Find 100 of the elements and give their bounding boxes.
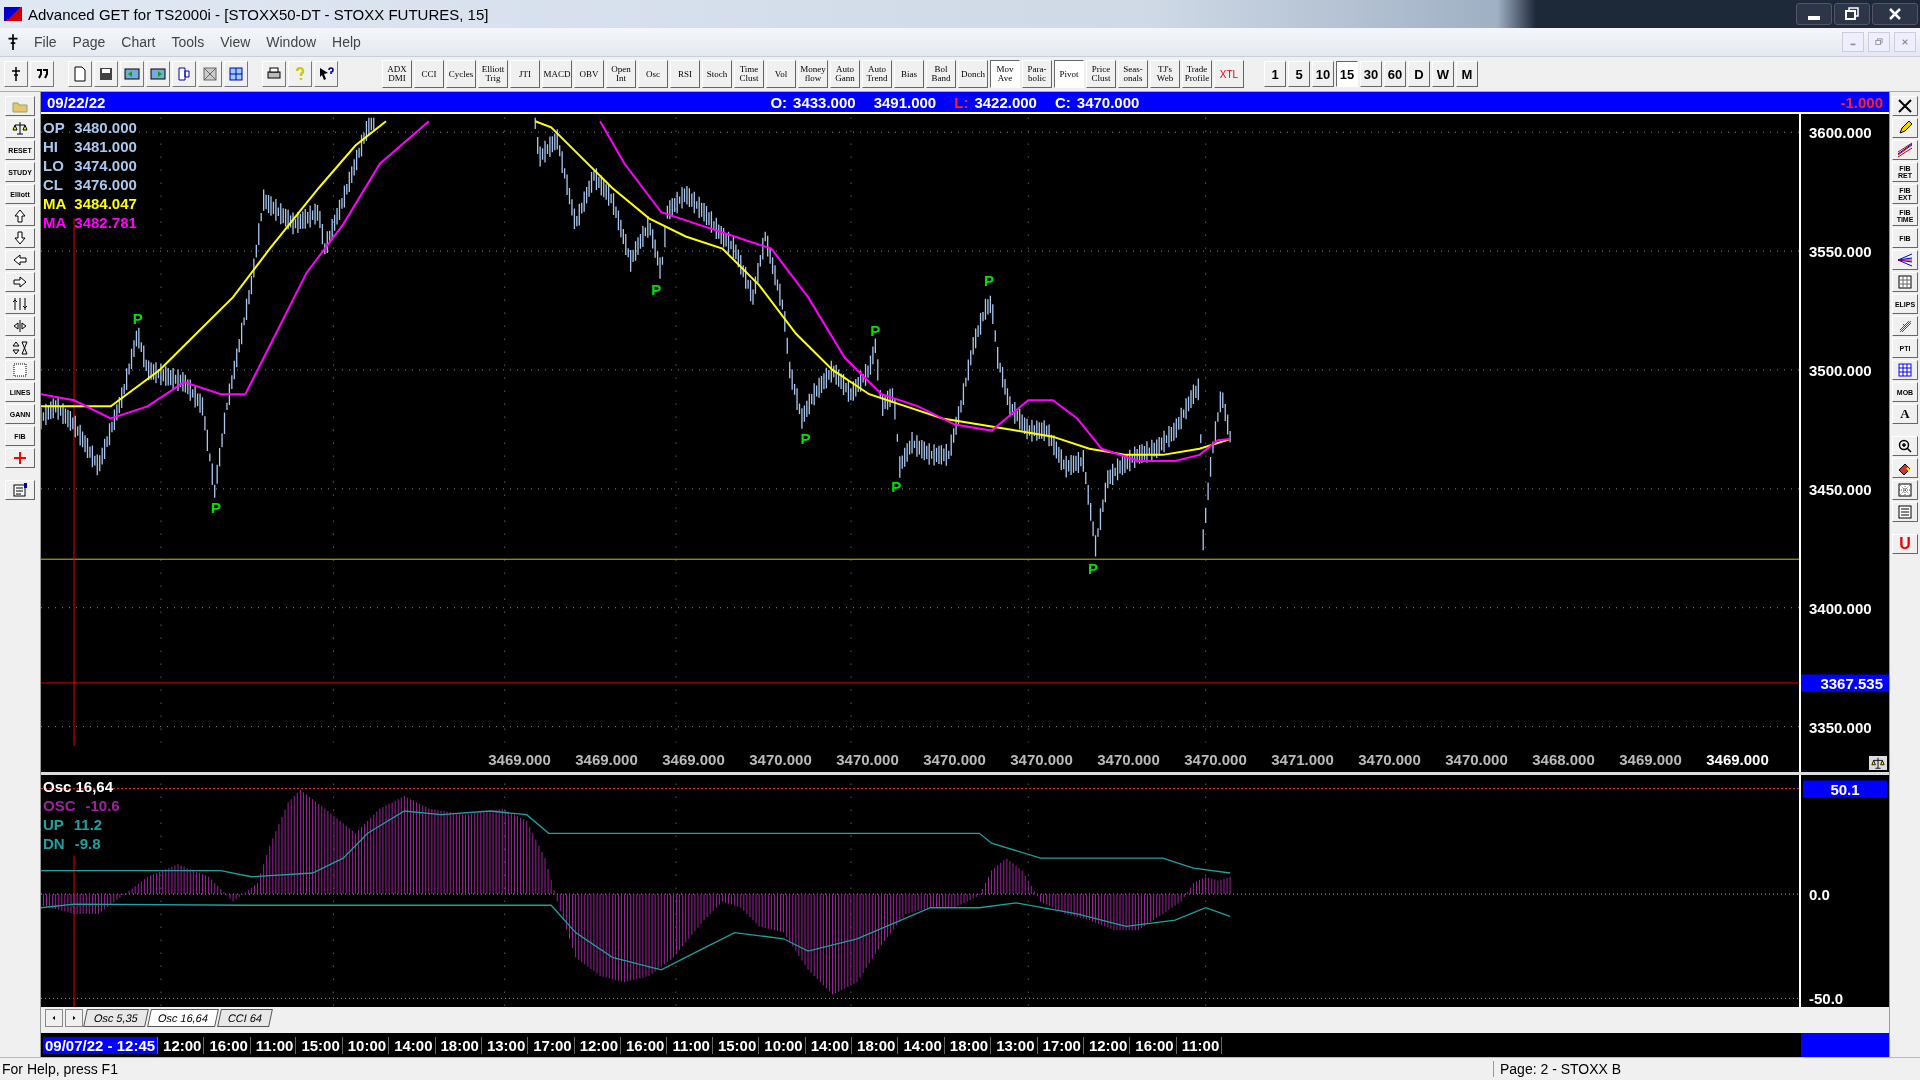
legend-value: 11.2 — [73, 815, 103, 834]
tool-button[interactable] — [1892, 436, 1918, 456]
toolbar-button[interactable] — [172, 61, 196, 87]
tool-button[interactable] — [5, 480, 35, 500]
toolbar-button[interactable] — [30, 61, 54, 87]
menu-item[interactable]: Window — [258, 32, 325, 52]
grid-icon — [202, 66, 218, 82]
interval-button[interactable]: M — [1456, 61, 1478, 87]
indicator-button[interactable]: Para-bolic — [1022, 60, 1052, 88]
quote-value: 3422.000 — [974, 93, 1037, 111]
time-label: 10:00 — [345, 1036, 390, 1054]
indicator-button[interactable]: Bol Band — [926, 60, 956, 88]
tool-button[interactable] — [1892, 316, 1918, 336]
tool-button[interactable] — [1892, 118, 1918, 138]
scroll-left-button[interactable] — [45, 1009, 63, 1027]
indicator-button[interactable]: Bias — [894, 60, 924, 88]
tool-button[interactable]: U — [1892, 534, 1918, 554]
legend-label: MA — [43, 194, 67, 213]
indicator-button[interactable]: JTI — [510, 60, 540, 88]
bar-value: 3470.000 — [1357, 750, 1422, 768]
study-tab[interactable]: CCI 64 — [217, 1009, 274, 1027]
toolbar-button[interactable] — [224, 61, 248, 87]
axis-label: 3600.000 — [1809, 123, 1872, 141]
indicator-button[interactable]: OBV — [574, 60, 604, 88]
maximize-button[interactable] — [1834, 3, 1870, 25]
toolbar-button[interactable] — [314, 61, 338, 87]
indicator-button[interactable]: Auto Gann — [830, 60, 860, 88]
tool-button[interactable] — [5, 118, 35, 138]
indicator-button[interactable]: CCI — [414, 60, 444, 88]
legend-value: 3476.000 — [74, 175, 137, 194]
triangle-left-icon — [52, 1014, 56, 1022]
study-tab[interactable]: Osc 5,35 — [83, 1009, 149, 1027]
minimize-button[interactable] — [1796, 3, 1832, 25]
legend-label: HI — [43, 137, 59, 156]
menu-item[interactable]: Tools — [163, 32, 213, 52]
indicator-button[interactable]: Price Clust — [1086, 60, 1116, 88]
tool-button[interactable] — [5, 316, 35, 336]
tool-button[interactable] — [1892, 140, 1918, 160]
indicator-button[interactable]: Cycles — [446, 60, 476, 88]
indicator-button[interactable]: RSI — [670, 60, 700, 88]
indicator-button[interactable]: ADX DMI — [382, 60, 412, 88]
indicator-button[interactable]: Stoch — [702, 60, 732, 88]
scroll-right-button[interactable] — [65, 1009, 83, 1027]
indicator-button[interactable]: Pivot — [1054, 60, 1084, 88]
time-label: 12:00 — [1086, 1036, 1131, 1054]
toolbar-button[interactable] — [262, 61, 286, 87]
interval-button[interactable]: 60 — [1384, 61, 1406, 87]
menu-item[interactable]: Help — [324, 32, 369, 52]
indicator-button[interactable]: XTL — [1214, 60, 1244, 88]
indicator-button[interactable]: Money flow — [798, 60, 828, 88]
interval-button[interactable]: 10 — [1312, 61, 1334, 87]
interval-button[interactable]: 1 — [1264, 61, 1286, 87]
quote-label: C: — [1054, 93, 1071, 111]
bar-value: 3468.000 — [1531, 750, 1596, 768]
tool-button[interactable] — [1892, 458, 1918, 478]
indicator-button[interactable]: Time Clust — [734, 60, 764, 88]
interval-button[interactable]: 15 — [1336, 61, 1358, 87]
document-icon — [1897, 504, 1913, 520]
menu-item[interactable]: File — [26, 32, 65, 52]
tool-button[interactable] — [1892, 250, 1918, 270]
lines-icon — [1897, 142, 1913, 158]
time-label: 15:00 — [715, 1036, 760, 1054]
price-change: -1.000 — [1840, 93, 1883, 111]
tool-button[interactable] — [1892, 360, 1918, 380]
pattern-icon — [1897, 482, 1913, 498]
tool-button[interactable] — [5, 338, 35, 358]
menu-item[interactable]: Chart — [113, 32, 164, 52]
time-label: 13:00 — [484, 1036, 529, 1054]
bar-value: 3469.000 — [1705, 750, 1770, 768]
legend-label: MA — [43, 213, 67, 232]
indicator-button[interactable]: Osc — [638, 60, 668, 88]
interval-button[interactable]: 30 — [1360, 61, 1382, 87]
indicator-button[interactable]: Auto Trend — [862, 60, 892, 88]
interval-button[interactable]: D — [1408, 61, 1430, 87]
indicator-button[interactable]: Trade Profile — [1182, 60, 1212, 88]
toolbar-button[interactable] — [146, 61, 170, 87]
interval-button[interactable]: 5 — [1288, 61, 1310, 87]
tool-button[interactable] — [1892, 96, 1918, 116]
indicator-button[interactable]: Seas-onals — [1118, 60, 1148, 88]
indicator-button[interactable]: Mov Ave — [990, 60, 1020, 88]
indicator-button[interactable]: Elliott Trig — [478, 60, 508, 88]
indicator-button[interactable]: MACD — [542, 60, 572, 88]
menu-item[interactable]: Page — [64, 32, 114, 52]
toolbar-button[interactable] — [4, 61, 28, 87]
close-button[interactable] — [1872, 3, 1918, 25]
status-text: For Help, press F1 — [1, 1061, 119, 1077]
toolbar-button[interactable] — [94, 61, 118, 87]
indicator-button[interactable]: Donch — [958, 60, 988, 88]
indicator-button[interactable]: TJ's Web — [1150, 60, 1180, 88]
toolbar-button[interactable] — [120, 61, 144, 87]
grid-icon — [1897, 362, 1913, 378]
tool-button[interactable]: A — [1892, 404, 1918, 424]
pivot-marker: P — [891, 477, 902, 495]
indicator-button[interactable]: Vol — [766, 60, 796, 88]
legend-value: -9.8 — [74, 834, 101, 853]
legend-value: 3480.000 — [74, 118, 137, 137]
menu-item[interactable]: View — [212, 32, 259, 52]
indicator-button[interactable]: Open Int — [606, 60, 636, 88]
interval-button[interactable]: W — [1432, 61, 1454, 87]
study-tab[interactable]: Osc 16,64 — [147, 1009, 220, 1027]
